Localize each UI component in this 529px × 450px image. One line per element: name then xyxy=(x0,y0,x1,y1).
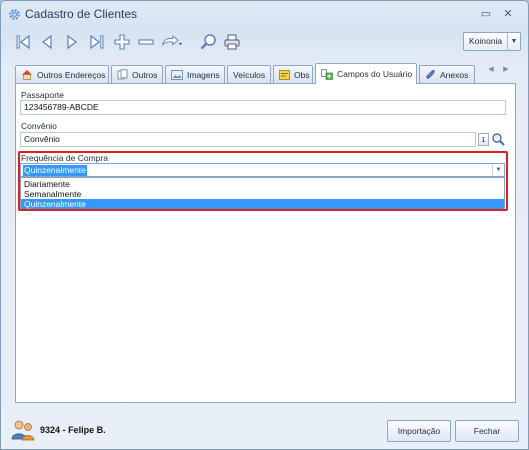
first-record-icon[interactable] xyxy=(12,31,34,53)
passaporte-value: 123456789-ABCDE xyxy=(24,102,99,112)
tab-label: Outros Endereços xyxy=(37,69,106,80)
tab-scroll-right-icon[interactable]: ▶ xyxy=(501,65,511,75)
tab-obs[interactable]: Obs xyxy=(273,65,313,83)
tab-outros[interactable]: Outros xyxy=(111,65,163,83)
passaporte-label: Passaporte xyxy=(21,90,64,100)
convenio-value: Convênio xyxy=(24,134,60,144)
minimize-icon[interactable]: ▭ xyxy=(479,7,493,21)
tab-campos-do-usuario[interactable]: Campos do Usuário xyxy=(315,63,417,84)
paperclip-icon xyxy=(426,69,435,79)
tab-anexos[interactable]: Anexos xyxy=(419,65,475,83)
frequencia-label: Frequência de Compra xyxy=(21,153,108,163)
fechar-button[interactable]: Fechar xyxy=(455,420,519,442)
house-icon xyxy=(22,70,32,80)
previous-record-icon[interactable] xyxy=(36,31,58,53)
tab-label: Outros xyxy=(132,69,158,80)
tab-scroll-left-icon[interactable]: ◀ xyxy=(486,65,496,75)
tab-outros-enderecos[interactable]: Outros Endereços xyxy=(15,65,109,83)
convenio-search-icon[interactable] xyxy=(491,132,506,147)
company-name: Koinonia xyxy=(469,36,503,46)
last-record-icon[interactable] xyxy=(86,31,108,53)
user-name: Felipe B. xyxy=(68,425,106,435)
tab-imagens[interactable]: Imagens xyxy=(165,65,225,83)
cadastro-clientes-window: Cadastro de Clientes ▭ ✕ Koinonia ▼ Outr… xyxy=(0,0,529,450)
passaporte-field[interactable]: 123456789-ABCDE xyxy=(20,100,506,115)
option-quinzenalmente[interactable]: Quinzenalmente xyxy=(21,199,504,209)
tab-label: Anexos xyxy=(440,69,469,80)
window-title: Cadastro de Clientes xyxy=(25,7,138,21)
tab-label: Obs xyxy=(294,69,310,80)
users-icon xyxy=(11,420,35,441)
current-user: 9324 - Felipe B. xyxy=(40,425,106,435)
documents-icon xyxy=(117,69,128,80)
user-separator: - xyxy=(62,425,66,435)
search-icon[interactable] xyxy=(197,31,219,53)
next-record-icon[interactable] xyxy=(61,31,83,53)
tab-label: Campos do Usuário xyxy=(337,69,413,79)
image-icon xyxy=(171,69,183,80)
close-icon[interactable]: ✕ xyxy=(501,7,515,21)
print-icon[interactable] xyxy=(221,31,243,53)
undo-icon[interactable] xyxy=(161,31,183,53)
tab-label: Imagens xyxy=(187,69,220,80)
company-selector[interactable]: Koinonia ▼ xyxy=(463,32,521,51)
chevron-down-icon: ▼ xyxy=(507,33,520,50)
add-icon[interactable] xyxy=(111,31,133,53)
user-id: 9324 xyxy=(40,425,61,435)
remove-icon[interactable] xyxy=(135,31,157,53)
convenio-code-button[interactable]: 1 xyxy=(478,133,489,146)
note-icon xyxy=(279,69,290,80)
frequencia-dropdown-list: Diariamente Semanalmente Quinzenalmente xyxy=(20,177,505,209)
convenio-field[interactable]: Convênio xyxy=(20,132,476,147)
user-fields-icon xyxy=(321,68,333,80)
option-diariamente[interactable]: Diariamente xyxy=(21,179,504,189)
gear-icon xyxy=(9,9,20,20)
tab-veiculos[interactable]: Veículos xyxy=(227,65,271,83)
tab-label: Veículos xyxy=(233,69,266,80)
option-semanalmente[interactable]: Semanalmente xyxy=(21,189,504,199)
importacao-button[interactable]: Importação xyxy=(387,420,451,442)
convenio-label: Convênio xyxy=(21,121,57,131)
title-bar: Cadastro de Clientes ▭ ✕ xyxy=(1,1,528,27)
campos-do-usuario-panel xyxy=(15,83,516,403)
